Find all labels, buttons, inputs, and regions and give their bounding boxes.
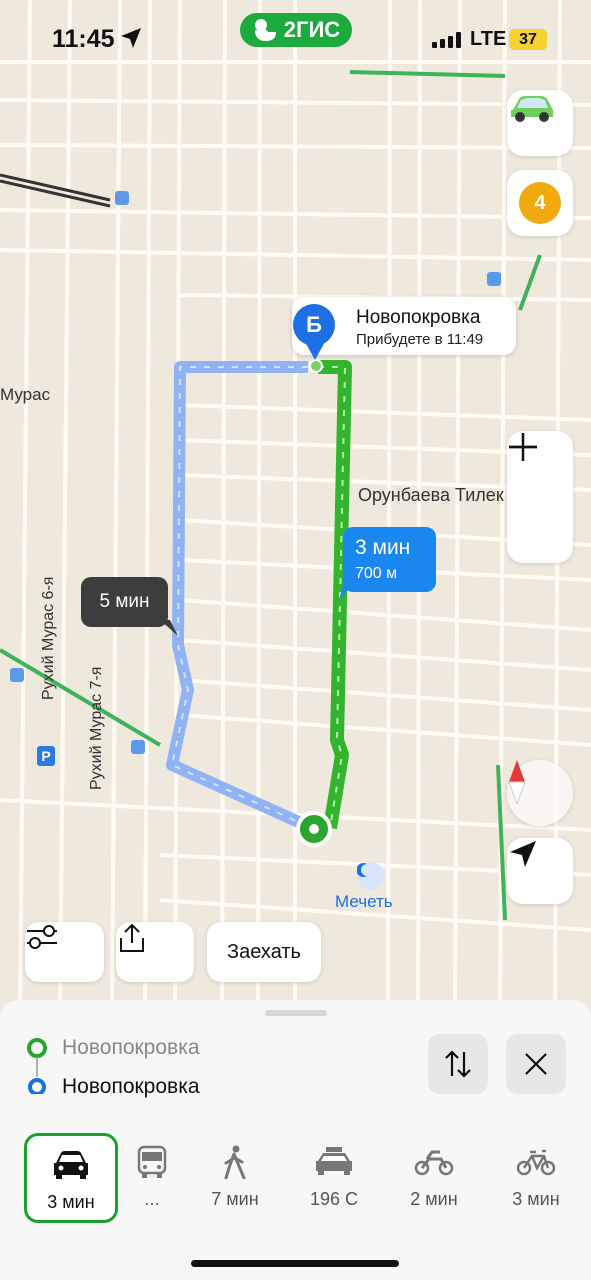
taxi-icon [316,1147,352,1175]
add-stop-button[interactable]: Заехать [207,922,321,982]
mode-bicycle[interactable]: 3 мин [492,1133,580,1219]
swap-route-button[interactable] [428,1034,488,1094]
traffic-button[interactable]: 4 [507,170,573,236]
alt-route-label-tail [160,620,178,636]
battery-indicator: 37 [509,29,547,50]
bus-stop-icon [487,272,501,286]
location-arrow-icon [121,28,141,48]
route-panel: Новопокровка Новопокровка 3 мин ... 7 ми… [0,1000,591,1280]
mode-bus[interactable]: ... [108,1133,196,1219]
bus-stop-icon [131,740,145,754]
mode-motorcycle[interactable]: 2 мин [390,1133,478,1219]
car-icon [511,96,553,122]
car-mode-button[interactable] [507,90,573,156]
primary-route-distance: 700 м [355,565,398,582]
mode-motorcycle-label: 2 мин [410,1189,458,1209]
mode-walk-label: 7 мин [211,1189,259,1209]
mode-taxi-label: 196 С [309,1189,359,1209]
network-type: LTE [470,28,507,50]
my-location-button[interactable] [507,838,573,904]
share-icon [120,923,144,952]
route-settings-button[interactable] [25,922,104,982]
close-route-button[interactable] [506,1034,566,1094]
route-points-icon [27,1038,47,1094]
compass-icon [508,760,526,804]
parking-icon: P [37,746,55,766]
route-to-field[interactable]: Новопокровка [62,1075,200,1099]
duck-icon [254,19,276,41]
minus-icon [509,445,537,449]
street-label-orunbaeva: Орунбаева Тилек [358,485,504,505]
primary-route-label[interactable]: 3 мин 700 м [343,527,436,592]
compass-button[interactable] [507,760,573,826]
zoom-out-button[interactable] [507,445,573,563]
destination-name: Новопокровка [356,307,481,328]
traffic-level-badge: 4 [519,182,561,224]
car-icon [54,1151,88,1179]
motorcycle-icon [414,1150,454,1176]
mode-car[interactable]: 3 мин [24,1133,118,1223]
walk-icon [224,1145,246,1179]
home-indicator[interactable] [191,1260,399,1267]
map-view[interactable]: Мурас Орунбаева Тилек Рухий Мурас 6-я Ру… [0,0,591,1010]
mode-walk[interactable]: 7 мин [191,1133,279,1219]
route-from-field[interactable]: Новопокровка [62,1036,200,1060]
status-bar: 11:45 2ГИС LTE 37 [0,0,591,80]
mode-bus-label: ... [144,1189,160,1209]
destination-arrival: Прибудете в 11:49 [356,331,484,348]
mode-taxi[interactable]: 196 С [290,1133,378,1219]
bicycle-icon [516,1149,556,1176]
signal-icon [432,32,461,48]
app-logo-text: 2ГИС [283,17,341,42]
close-icon [525,1053,547,1075]
primary-route-label-tail [339,585,351,601]
app-logo: 2ГИС [240,13,352,47]
primary-route-duration: 3 мин [355,536,411,559]
destination-pin-tail [304,340,326,360]
sliders-icon [27,925,57,949]
bus-stop-icon [10,668,24,682]
share-button[interactable] [116,922,194,982]
navigation-arrow-icon [510,841,536,867]
status-time: 11:45 [52,25,115,53]
street-label-muras-7: Рухий Мурас 7-я [88,666,105,790]
zoom-controls [507,431,573,563]
swap-icon [445,1050,471,1078]
mode-bicycle-label: 3 мин [512,1189,560,1209]
poi-label-mosque[interactable]: Мечеть [335,892,393,912]
mode-car-label: 3 мин [47,1192,95,1212]
alt-route-label[interactable]: 5 мин [81,577,168,627]
street-label-muras: Мурас [0,385,51,404]
bus-icon [137,1145,167,1178]
sheet-drag-handle[interactable] [265,1010,327,1016]
bus-stop-icon [115,191,129,205]
street-label-muras-6: Рухий Мурас 6-я [40,576,57,700]
mosque-icon[interactable] [357,862,385,890]
